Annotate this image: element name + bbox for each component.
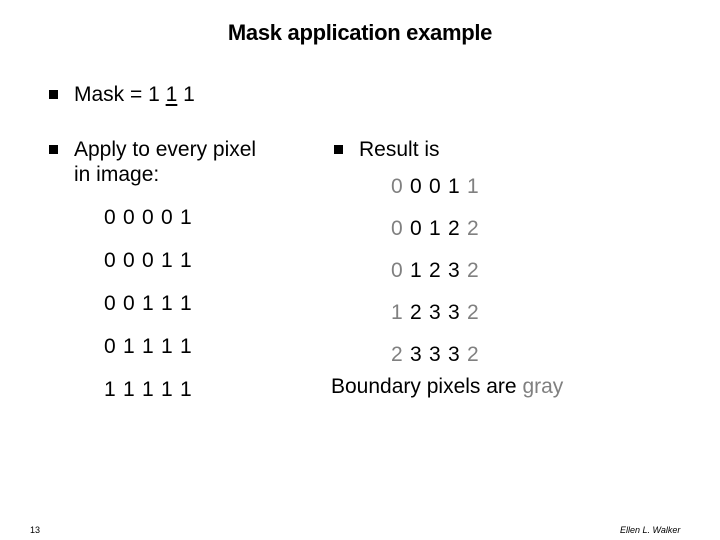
input-pixel: 1 (123, 378, 135, 401)
result-row: 23332 (391, 343, 486, 367)
result-pixel: 2 (429, 259, 441, 282)
input-pixel: 1 (180, 335, 192, 358)
result-pixel: 1 (410, 259, 422, 282)
input-pixel: 1 (180, 292, 192, 315)
input-pixel: 1 (161, 249, 173, 272)
result-pixel: 3 (448, 343, 460, 366)
input-pixel: 1 (142, 292, 154, 315)
input-pixel: 0 (142, 249, 154, 272)
result-pixel: 3 (448, 301, 460, 324)
boundary-note: Boundary pixels are gray (331, 374, 563, 399)
result-pixel: 3 (429, 301, 441, 324)
result-pixel: 3 (448, 259, 460, 282)
result-pixel: 2 (467, 259, 479, 282)
result-pixel: 1 (429, 217, 441, 240)
bullet-icon (49, 90, 58, 99)
mask-center-value: 1 (165, 83, 178, 106)
boundary-note-gray-word: gray (522, 375, 564, 398)
input-row: 11111 (104, 378, 199, 402)
mask-value: 1 (183, 83, 195, 106)
input-pixel: 1 (180, 249, 192, 272)
result-pixel: 0 (391, 259, 403, 282)
mask-value: 1 (148, 83, 160, 106)
input-pixel: 1 (161, 378, 173, 401)
slide-title: Mask application example (227, 20, 493, 45)
input-row: 00001 (104, 206, 199, 230)
bullet-icon (334, 145, 343, 154)
input-pixel: 0 (104, 335, 116, 358)
result-pixel: 1 (448, 175, 460, 198)
input-pixel: 0 (123, 292, 135, 315)
result-pixel: 2 (391, 343, 403, 366)
result-pixel: 0 (391, 175, 403, 198)
result-pixel: 1 (391, 301, 403, 324)
input-row: 00011 (104, 249, 199, 273)
result-pixel: 2 (467, 301, 479, 324)
input-pixel: 0 (161, 206, 173, 229)
result-label: Result is (359, 138, 440, 161)
mask-label: Mask = (74, 83, 149, 106)
apply-line-1: Apply to every pixel (74, 138, 257, 161)
input-row: 00111 (104, 292, 199, 316)
result-pixel: 0 (410, 175, 422, 198)
result-pixel: 3 (410, 343, 422, 366)
input-pixel: 1 (161, 335, 173, 358)
mask-definition: Mask = 1 1 1 (74, 82, 195, 107)
result-row: 00011 (391, 175, 486, 199)
apply-instruction: Apply to every pixel in image: (74, 137, 256, 187)
author-name: Ellen L. Walker (620, 525, 681, 535)
input-pixel: 1 (142, 335, 154, 358)
bullet-icon (49, 145, 58, 154)
input-pixel: 1 (180, 378, 192, 401)
result-pixel: 1 (467, 175, 479, 198)
result-pixel: 2 (467, 217, 479, 240)
result-row: 00122 (391, 217, 486, 241)
input-pixel: 0 (104, 206, 116, 229)
input-pixel: 1 (142, 378, 154, 401)
input-pixel: 0 (104, 292, 116, 315)
input-pixel: 1 (123, 335, 135, 358)
result-pixel: 0 (391, 217, 403, 240)
input-pixel: 1 (104, 378, 116, 401)
input-pixel: 0 (142, 206, 154, 229)
result-pixel: 2 (410, 301, 422, 324)
result-pixel: 2 (467, 343, 479, 366)
result-pixel: 0 (429, 175, 441, 198)
input-pixel: 0 (104, 249, 116, 272)
input-row: 01111 (104, 335, 199, 359)
result-row: 01232 (391, 259, 486, 283)
input-pixel: 1 (161, 292, 173, 315)
input-pixel: 1 (180, 206, 192, 229)
apply-line-2: in image: (74, 163, 160, 186)
boundary-note-text: Boundary pixels are (331, 375, 523, 398)
result-pixel: 0 (410, 217, 422, 240)
result-pixel: 3 (429, 343, 441, 366)
page-number: 13 (30, 525, 41, 535)
result-row: 12332 (391, 301, 486, 325)
result-pixel: 2 (448, 217, 460, 240)
input-pixel: 0 (123, 249, 135, 272)
input-pixel: 0 (123, 206, 135, 229)
